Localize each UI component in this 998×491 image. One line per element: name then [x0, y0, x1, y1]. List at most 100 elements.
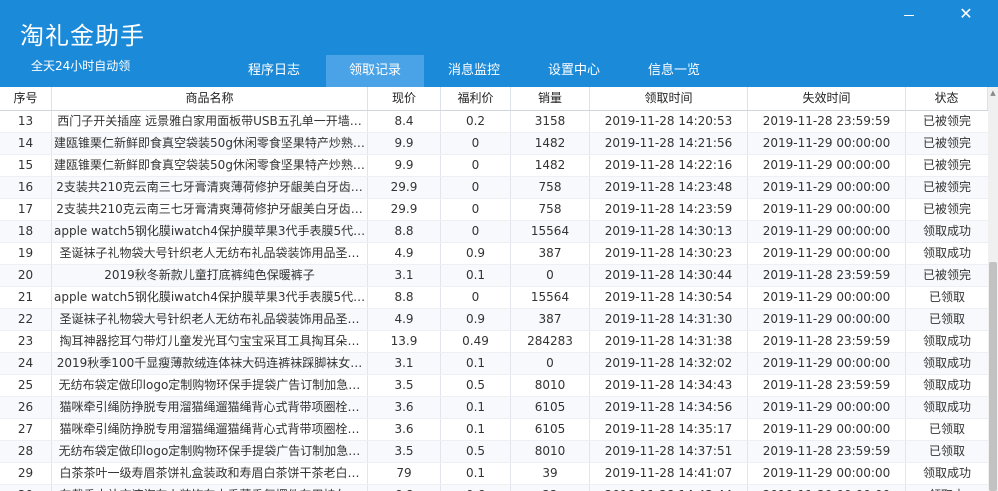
claim-time-cell: 2019-11-28 14:20:53 [590, 111, 748, 132]
bonus-price-cell: 0 [441, 199, 511, 220]
table-row[interactable]: 20 2019秋冬新款儿童打底裤纯色保暖裤子 3.1 0.1 0 2019-11-28 1… [0, 265, 988, 287]
table-row[interactable]: 23 掏耳神器挖耳勺带灯儿童发光耳勺宝宝采耳工具掏耳朵… 13.9 0.49 28428… [0, 331, 988, 353]
current-price-cell: 3.5 [368, 441, 441, 462]
bonus-price-cell: 0.49 [441, 331, 511, 352]
current-price-cell: 29.9 [368, 199, 441, 220]
sales-count-cell: 15564 [511, 221, 590, 242]
tab-settings[interactable]: 设置中心 [546, 55, 602, 87]
column-header-claim-time[interactable]: 领取时间 [590, 87, 748, 110]
current-price-cell: 3.1 [368, 353, 441, 374]
status-cell: 领取成功 [922, 400, 971, 414]
product-name-cell: apple watch5钢化膜iwatch4保护膜苹果3代手表膜5代… [52, 221, 368, 242]
table-row[interactable]: 13 西门子开关插座 远景雅白家用面板带USB五孔单一开墙… 8.4 0.2 3158 2… [0, 111, 988, 133]
table-row[interactable]: 15 建瓯锥栗仁新鲜即食真空袋装50g休闲零食坚果特产炒熟… 9.9 0 1482 201… [0, 155, 988, 177]
row-index-cell: 18 [0, 221, 52, 242]
table-row[interactable]: 26 猫咪牵引绳防挣脱专用溜猫绳遛猫绳背心式背带项圈栓… 3.6 0.1 6105 201… [0, 397, 988, 419]
product-name-cell: 车载香水补充液汽车上装饰车内香薰香氛摆件车用持久… [52, 485, 368, 491]
current-price-cell: 79 [368, 463, 441, 484]
claim-time-cell: 2019-11-28 14:35:17 [590, 419, 748, 440]
product-name-cell: 2支装共210克云南三七牙膏清爽薄荷修护牙龈美白牙齿… [52, 199, 368, 220]
app-subtitle: 全天24小时自动领 [31, 59, 131, 73]
claim-time-cell: 2019-11-28 14:22:16 [590, 155, 748, 176]
tab-message-monitor[interactable]: 消息监控 [446, 55, 502, 87]
status-cell: 领取成功 [922, 334, 971, 348]
bonus-price-cell: 0 [441, 133, 511, 154]
row-index-cell: 21 [0, 287, 52, 308]
tab-info-overview[interactable]: 信息一览 [646, 55, 702, 87]
expire-time-cell: 2019-11-29 00:00:00 [748, 485, 906, 491]
table-row[interactable]: 29 白茶茶叶一级寿眉茶饼礼盒装政和寿眉白茶饼干茶老白… 79 0.1 39 2019-1… [0, 463, 988, 485]
table-row[interactable]: 19 圣诞袜子礼物袋大号针织老人无纺布礼品袋装饰用品圣… 4.9 0.9 387 2019… [0, 243, 988, 265]
current-price-cell: 29.9 [368, 177, 441, 198]
claim-time-cell: 2019-11-28 14:41:07 [590, 463, 748, 484]
row-index-cell: 24 [0, 353, 52, 374]
current-price-cell: 9.9 [368, 133, 441, 154]
sales-count-cell: 284283 [511, 331, 590, 352]
row-index-cell: 26 [0, 397, 52, 418]
table-row[interactable]: 16 2支装共210克云南三七牙膏清爽薄荷修护牙龈美白牙齿… 29.9 0 758 201… [0, 177, 988, 199]
scroll-up-arrow-icon[interactable]: ▲ [988, 87, 998, 99]
table-row[interactable]: 21 apple watch5钢化膜iwatch4保护膜苹果3代手表膜5代… 8.8… [0, 287, 988, 309]
expire-time-cell: 2019-11-28 23:59:59 [748, 441, 906, 462]
table-row[interactable]: 22 圣诞袜子礼物袋大号针织老人无纺布礼品袋装饰用品圣… 4.9 0.9 387 2019… [0, 309, 988, 331]
vertical-scrollbar[interactable]: ▲ [988, 87, 998, 491]
claim-time-cell: 2019-11-28 14:23:48 [590, 177, 748, 198]
column-header-product-name[interactable]: 商品名称 [52, 87, 368, 110]
current-price-cell: 3.6 [368, 397, 441, 418]
sales-count-cell: 387 [511, 309, 590, 330]
claim-time-cell: 2019-11-28 14:43:44 [590, 485, 748, 491]
product-name-cell: 无纺布袋定做印logo定制购物环保手提袋广告订制加急… [52, 441, 368, 462]
column-header-sales[interactable]: 销量 [511, 87, 590, 110]
table-row[interactable]: 25 无纺布袋定做印logo定制购物环保手提袋广告订制加急… 3.5 0.5 8010 2… [0, 375, 988, 397]
close-icon[interactable]: ✕ [955, 5, 977, 23]
column-header-bonus-price[interactable]: 福利价 [441, 87, 511, 110]
sales-count-cell: 0 [511, 265, 590, 286]
table-row[interactable]: 30车载香水补充液汽车上装饰车内香薰香氛摆件车用持久…6.80.6222019-… [0, 485, 988, 491]
expire-time-cell: 2019-11-29 00:00:00 [748, 221, 906, 242]
status-cell: 已领取 [928, 422, 965, 436]
sales-count-cell: 8010 [511, 375, 590, 396]
status-cell: 领取成功 [922, 466, 971, 480]
sales-count-cell: 3158 [511, 111, 590, 132]
bonus-price-cell: 0.1 [441, 265, 511, 286]
current-price-cell: 3.1 [368, 265, 441, 286]
claim-time-cell: 2019-11-28 14:37:51 [590, 441, 748, 462]
table-row[interactable]: 18 apple watch5钢化膜iwatch4保护膜苹果3代手表膜5代… 8.8… [0, 221, 988, 243]
product-name-cell: 2019秋冬新款儿童打底裤纯色保暖裤子 [52, 265, 368, 286]
table-header: 序号 商品名称 现价 福利价 销量 领取时间 失效时间 状态 [0, 87, 988, 111]
current-price-cell: 3.5 [368, 375, 441, 396]
expire-time-cell: 2019-11-29 00:00:00 [748, 133, 906, 154]
column-header-status[interactable]: 状态 [906, 87, 988, 110]
status-cell: 领取成功 [922, 224, 971, 238]
status-cell: 领取中 [906, 485, 988, 491]
sales-count-cell: 1482 [511, 155, 590, 176]
row-index-cell: 27 [0, 419, 52, 440]
table-row[interactable]: 17 2支装共210克云南三七牙膏清爽薄荷修护牙龈美白牙齿… 29.9 0 758 201… [0, 199, 988, 221]
tab-program-log[interactable]: 程序日志 [246, 55, 302, 87]
column-header-price[interactable]: 现价 [368, 87, 441, 110]
bonus-price-cell: 0.6 [441, 485, 511, 491]
table-row[interactable]: 28 无纺布袋定做印logo定制购物环保手提袋广告订制加急… 3.5 0.5 8010 2… [0, 441, 988, 463]
table-row[interactable]: 14 建瓯锥栗仁新鲜即食真空袋装50g休闲零食坚果特产炒熟… 9.9 0 1482 201… [0, 133, 988, 155]
table-row[interactable]: 27 猫咪牵引绳防挣脱专用溜猫绳遛猫绳背心式背带项圈栓… 3.6 0.1 6105 201… [0, 419, 988, 441]
status-cell: 领取成功 [922, 356, 971, 370]
current-price-cell: 9.9 [368, 155, 441, 176]
app-title: 淘礼金助手 [20, 22, 145, 50]
tab-claim-records[interactable]: 领取记录 [326, 55, 424, 87]
bonus-price-cell: 0 [441, 155, 511, 176]
scrollbar-thumb[interactable] [989, 262, 997, 491]
row-index-cell: 23 [0, 331, 52, 352]
expire-time-cell: 2019-11-28 23:59:59 [748, 111, 906, 132]
product-name-cell: 无纺布袋定做印logo定制购物环保手提袋广告订制加急… [52, 375, 368, 396]
row-index-cell: 17 [0, 199, 52, 220]
current-price-cell: 13.9 [368, 331, 441, 352]
minimize-icon[interactable] [898, 5, 920, 23]
bonus-price-cell: 0.1 [441, 353, 511, 374]
expire-time-cell: 2019-11-28 23:59:59 [748, 375, 906, 396]
column-header-index[interactable]: 序号 [0, 87, 52, 110]
bonus-price-cell: 0.1 [441, 397, 511, 418]
table-row[interactable]: 24 2019秋季100千显瘦薄款绒连体袜大码连裤袜踩脚袜女… 3.1 0.1 0 201… [0, 353, 988, 375]
status-cell: 已被领完 [922, 180, 971, 194]
bonus-price-cell: 0.9 [441, 243, 511, 264]
column-header-expire-time[interactable]: 失效时间 [748, 87, 906, 110]
